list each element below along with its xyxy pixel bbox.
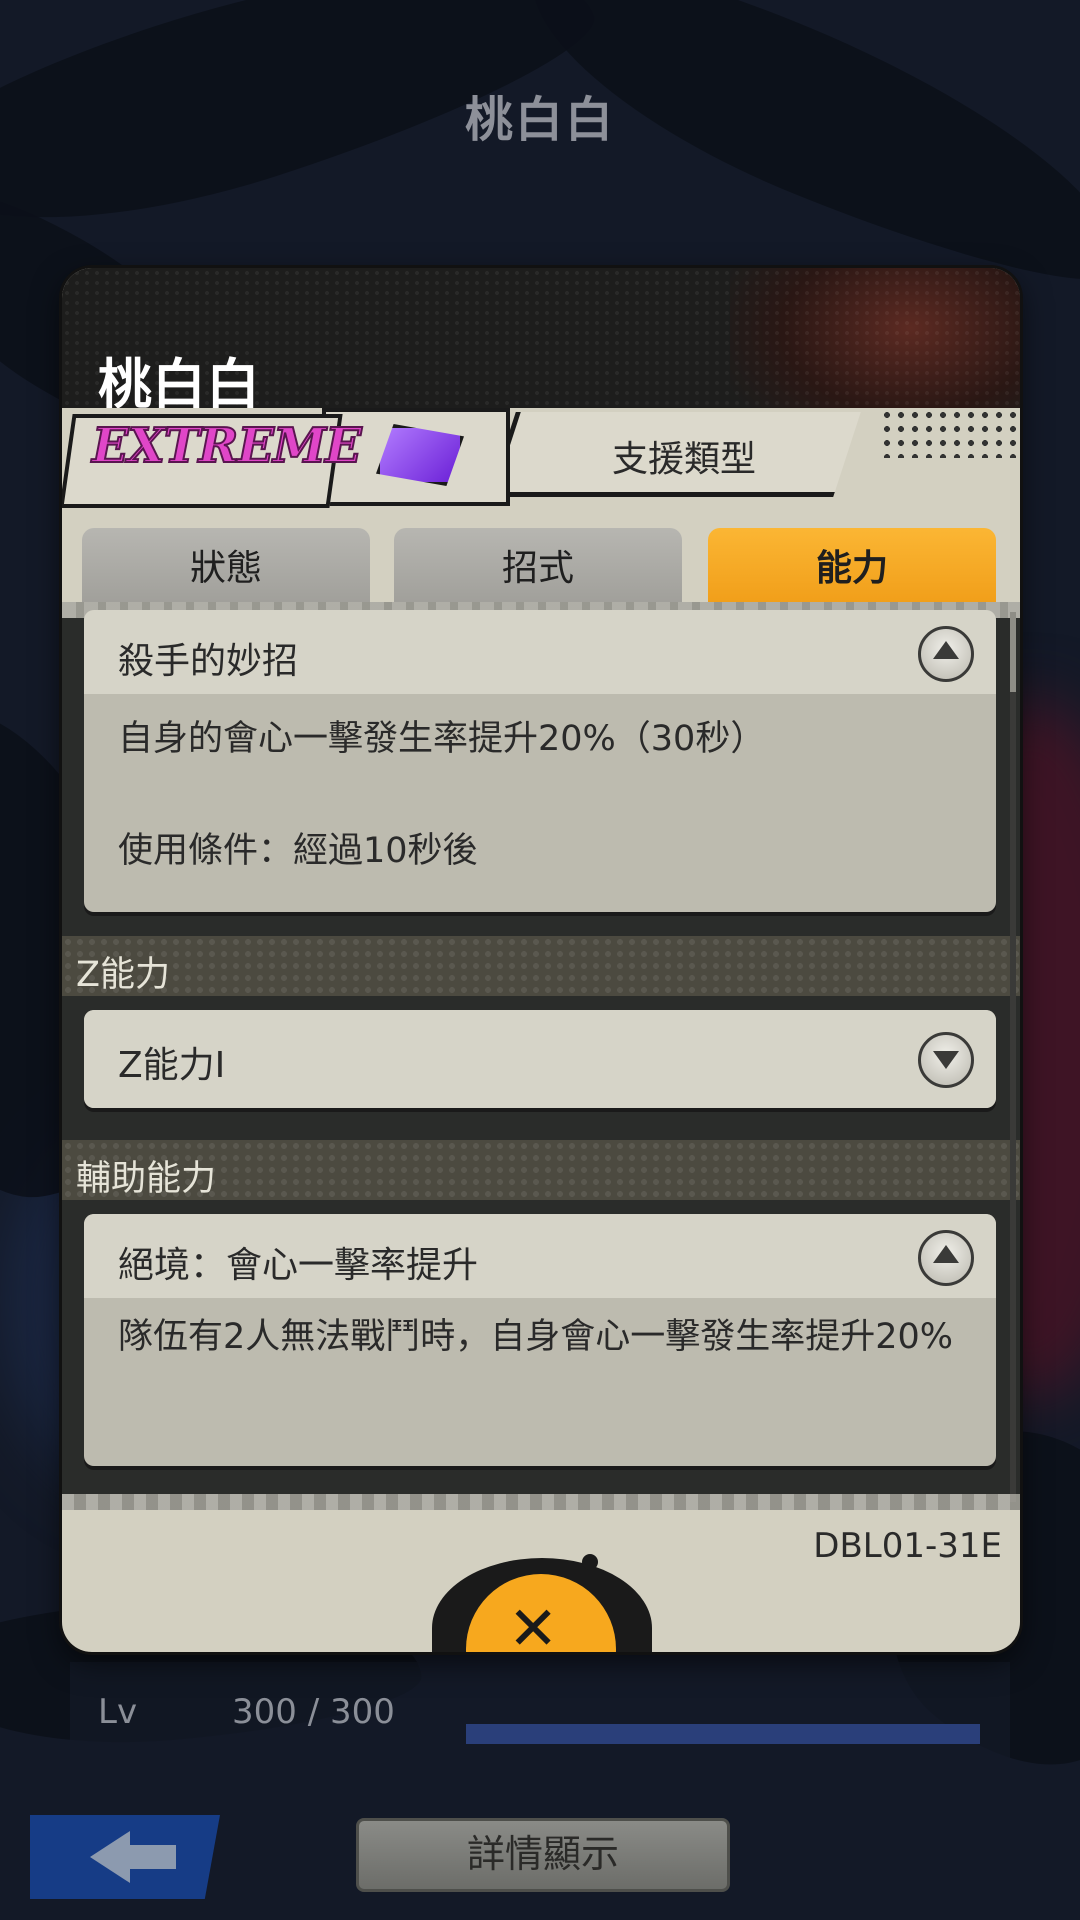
rarity-label: EXTREME — [91, 417, 363, 475]
scrollbar-thumb[interactable] — [1010, 612, 1016, 692]
back-arrow-icon-tail — [126, 1845, 176, 1869]
support-ability-section-title: 輔助能力 — [76, 1159, 217, 1199]
z-ability-section-title: Z能力 — [76, 955, 170, 995]
ability-list[interactable]: 殺手的妙招 自身的會心一擊發生率提升20%（30秒） 使用條件：經過10秒後 Z… — [62, 602, 1020, 1510]
support-ability-title: 絕境：會心一擊率提升 — [118, 1245, 479, 1286]
main-ability-card: 殺手的妙招 自身的會心一擊發生率提升20%（30秒） 使用條件：經過10秒後 — [84, 610, 996, 912]
main-ability-header[interactable]: 殺手的妙招 — [84, 610, 996, 694]
ink-dot — [582, 1554, 598, 1570]
tab-moves[interactable]: 招式 — [394, 528, 682, 608]
type-band: 支援類型 EXTREME — [62, 408, 1020, 518]
screen: 桃白白 Lv 300 / 300 詳情顯示 桃白白 支援類型 EXTREME 狀… — [0, 0, 1080, 1920]
support-ability-card: 絕境：會心一擊率提升 隊伍有2人無法戰鬥時，自身會心一擊發生率提升20% — [84, 1214, 996, 1466]
tab-status[interactable]: 狀態 — [82, 528, 370, 608]
dots-decoration — [880, 408, 1020, 458]
support-ability-header[interactable]: 絕境：會心一擊率提升 — [84, 1214, 996, 1298]
torn-edge — [62, 1494, 1020, 1510]
detail-display-button[interactable]: 詳情顯示 — [356, 1818, 730, 1892]
card-id: DBL01-31E — [813, 1526, 1002, 1566]
purple-gem-icon — [376, 424, 464, 486]
expand-icon[interactable] — [918, 1032, 974, 1088]
level-progress-bar — [466, 1724, 980, 1744]
ability-modal: 桃白白 支援類型 EXTREME 狀態 招式 能力 殺手的妙招 自身的會心一擊發… — [62, 268, 1020, 1652]
level-value: 300 / 300 — [232, 1692, 395, 1732]
collapse-icon[interactable] — [918, 1230, 974, 1286]
modal-header: 桃白白 — [62, 268, 1020, 418]
level-label: Lv — [98, 1692, 138, 1732]
back-arrow-icon — [90, 1831, 130, 1883]
main-ability-description: 自身的會心一擊發生率提升20%（30秒） — [118, 719, 766, 759]
type-label: 支援類型 — [612, 439, 757, 480]
support-ability-section-header: 輔助能力 — [62, 1140, 1020, 1200]
main-ability-title: 殺手的妙招 — [118, 641, 299, 682]
z-ability-header[interactable]: Z能力I — [84, 1010, 996, 1108]
modal-title: 桃白白 — [98, 353, 260, 416]
level-bar: Lv 300 / 300 — [70, 1662, 1010, 1762]
scrollbar-track[interactable] — [1010, 612, 1016, 1502]
z-ability-card[interactable]: Z能力I — [84, 1010, 996, 1108]
close-icon: ✕ — [508, 1594, 559, 1652]
tab-abilities[interactable]: 能力 — [708, 528, 996, 608]
back-button[interactable] — [30, 1815, 220, 1899]
main-ability-condition: 使用條件：經過10秒後 — [118, 831, 478, 871]
main-ability-body: 自身的會心一擊發生率提升20%（30秒） 使用條件：經過10秒後 — [84, 694, 996, 902]
z-ability-title: Z能力I — [118, 1045, 226, 1086]
support-ability-body: 隊伍有2人無法戰鬥時，自身會心一擊發生率提升20% — [84, 1298, 996, 1388]
character-title: 桃白白 — [464, 92, 615, 148]
support-ability-description: 隊伍有2人無法戰鬥時，自身會心一擊發生率提升20% — [118, 1317, 954, 1357]
z-ability-section-header: Z能力 — [62, 936, 1020, 996]
collapse-icon[interactable] — [918, 626, 974, 682]
tab-bar: 狀態 招式 能力 — [82, 528, 1000, 608]
